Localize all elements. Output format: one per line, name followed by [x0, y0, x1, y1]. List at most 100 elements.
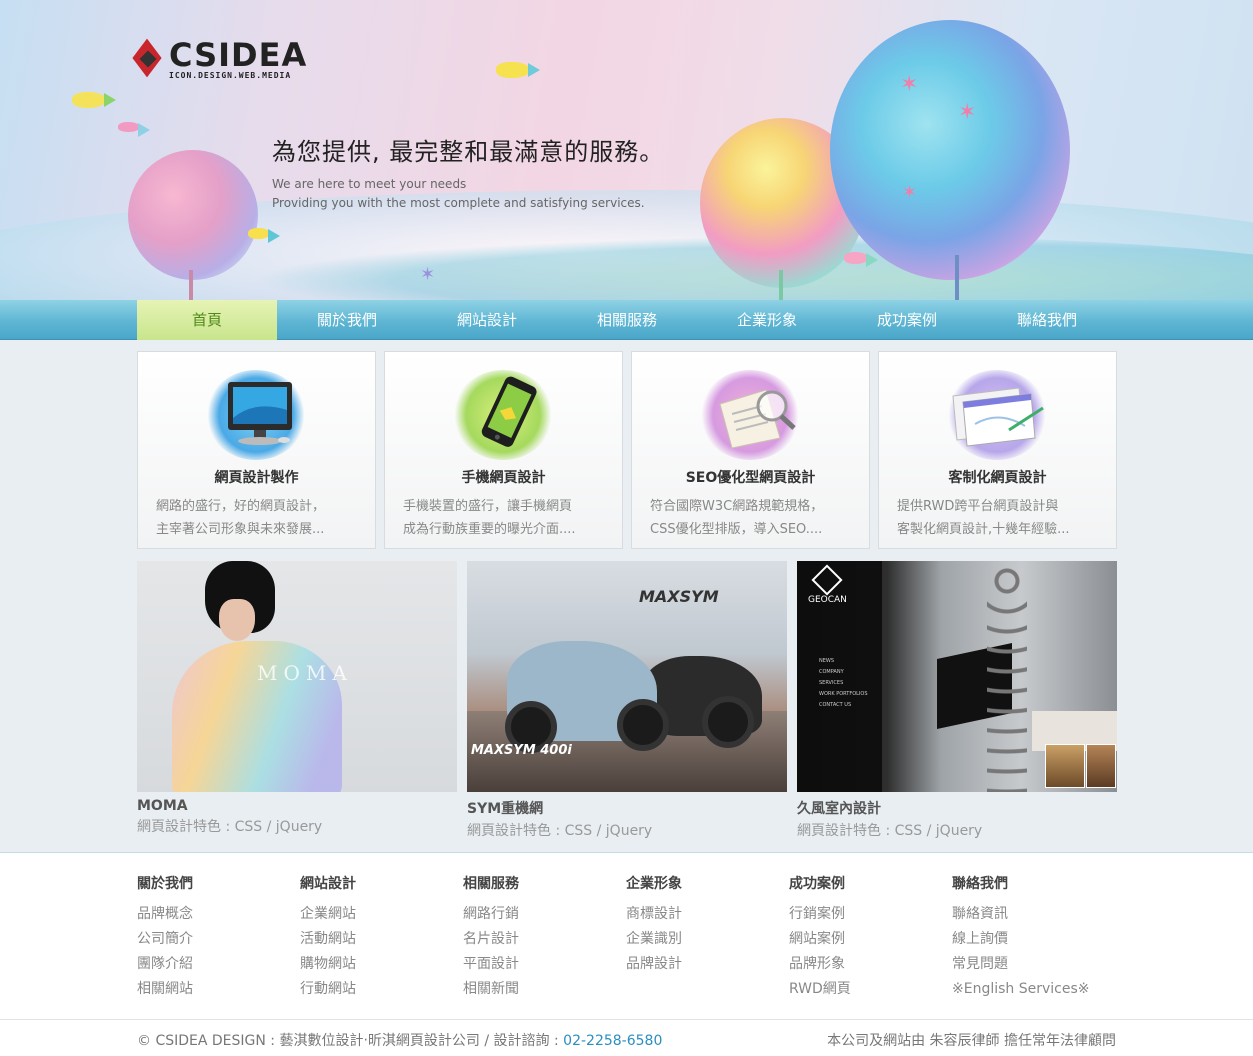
- footer-link[interactable]: 聯絡資訊: [952, 902, 1115, 927]
- portfolio-feature: 網頁設計特色 : CSS / jQuery: [797, 823, 983, 839]
- footer-link[interactable]: 名片設計: [463, 927, 626, 952]
- starfish-icon: ✶: [420, 264, 436, 285]
- footer-link-columns: 關於我們 品牌概念 公司簡介 團隊介紹 相關網站 網站設計 企業網站 活動網站 …: [137, 873, 1115, 1002]
- nav-item-contact[interactable]: 聯絡我們: [977, 300, 1117, 340]
- site-footer: 關於我們 品牌概念 公司簡介 團隊介紹 相關網站 網站設計 企業網站 活動網站 …: [0, 852, 1253, 1056]
- footer-link[interactable]: 網路行銷: [463, 902, 626, 927]
- services-section: 網頁設計製作 網路的盛行，好的網頁設計， 主宰著公司形象與未來發展... 手機網…: [137, 351, 1117, 549]
- service-description: 網路的盛行，好的網頁設計， 主宰著公司形象與未來發展...: [156, 499, 326, 537]
- footer-link-english[interactable]: ※English Services※: [952, 977, 1115, 1002]
- watercolor-tree: [128, 150, 258, 280]
- fish-icon: [496, 62, 540, 78]
- geocan-logo: GEOCAN: [808, 564, 847, 605]
- service-title: SEO優化型網頁設計: [685, 470, 816, 486]
- footer-column-about: 關於我們 品牌概念 公司簡介 團隊介紹 相關網站: [137, 873, 300, 1002]
- portfolio-section: MOMA MOMA 網頁設計特色 : CSS / jQuery MAXSYM M…: [137, 561, 1117, 840]
- service-title: 客制化網頁設計: [948, 470, 1047, 486]
- portfolio-feature: 網頁設計特色 : CSS / jQuery: [137, 819, 323, 835]
- watercolor-tree: [830, 20, 1070, 280]
- starfish-icon: ✶: [958, 100, 977, 125]
- starfish-icon: ✶: [900, 72, 919, 97]
- footer-link[interactable]: 行銷案例: [789, 902, 952, 927]
- footer-link[interactable]: 線上詢價: [952, 927, 1115, 952]
- fish-icon: [72, 92, 116, 108]
- footer-heading: 聯絡我們: [952, 876, 1008, 892]
- hero-subtext: We are here to meet your needs Providing…: [272, 175, 664, 213]
- footer-link[interactable]: 公司簡介: [137, 927, 300, 952]
- hero-sub-line-1: We are here to meet your needs: [272, 177, 467, 191]
- footer-bottom-bar: © CSIDEA DESIGN : 藝淇數位設計‧昕淇網頁設計公司 / 設計諮詢…: [0, 1019, 1253, 1056]
- legal-counsel-text: 本公司及網站由 朱容辰律師 擔任常年法律顧問: [827, 1033, 1116, 1049]
- smartphone-icon: [481, 376, 537, 447]
- footer-heading: 網站設計: [300, 876, 356, 892]
- footer-link[interactable]: 網站案例: [789, 927, 952, 952]
- copyright-text: © CSIDEA DESIGN : 藝淇數位設計‧昕淇網頁設計公司 / 設計諮詢…: [137, 1033, 663, 1049]
- logo-tagline: ICON.DESIGN.WEB.MEDIA: [169, 71, 292, 80]
- service-card-custom[interactable]: 客制化網頁設計 提供RWD跨平台網頁設計與 客製化網頁設計,十幾年經驗...: [878, 351, 1117, 549]
- footer-heading: 企業形象: [626, 876, 682, 892]
- phone-link[interactable]: 02-2258-6580: [563, 1033, 662, 1049]
- portfolio-thumbnail[interactable]: MOMA: [137, 561, 457, 792]
- nav-item-about[interactable]: 關於我們: [277, 300, 417, 340]
- moma-watermark: MOMA: [257, 661, 353, 685]
- footer-link[interactable]: 活動網站: [300, 927, 463, 952]
- nav-item-cases[interactable]: 成功案例: [837, 300, 977, 340]
- service-card-web-design[interactable]: 網頁設計製作 網路的盛行，好的網頁設計， 主宰著公司形象與未來發展...: [137, 351, 376, 549]
- footer-link[interactable]: 相關新聞: [463, 977, 626, 1002]
- footer-link[interactable]: 平面設計: [463, 952, 626, 977]
- footer-link[interactable]: 品牌形象: [789, 952, 952, 977]
- nav-item-web-design[interactable]: 網站設計: [417, 300, 557, 340]
- service-title: 手機網頁設計: [461, 470, 546, 486]
- service-description: 手機裝置的盛行，讓手機網頁 成為行動族重要的曝光介面....: [403, 499, 576, 537]
- sym-watermark: MAXSYM: [639, 587, 719, 606]
- footer-link[interactable]: 購物網站: [300, 952, 463, 977]
- footer-column-cases: 成功案例 行銷案例 網站案例 品牌形象 RWD網頁: [789, 873, 952, 1002]
- footer-link[interactable]: 品牌設計: [626, 952, 789, 977]
- portfolio-title[interactable]: MOMA: [137, 798, 457, 814]
- portfolio-title[interactable]: 久風室內設計: [797, 798, 1117, 818]
- portfolio-title[interactable]: SYM重機網: [467, 798, 787, 818]
- logo-name: CSIDEA: [169, 36, 308, 74]
- main-nav: 首頁 關於我們 網站設計 相關服務 企業形象 成功案例 聯絡我們: [0, 300, 1253, 340]
- tree-trunk: [189, 270, 193, 300]
- footer-column-contact: 聯絡我們 聯絡資訊 線上詢價 常見問題 ※English Services※: [952, 873, 1115, 1002]
- tree-trunk: [955, 255, 959, 300]
- footer-column-corporate: 企業形象 商標設計 企業識別 品牌設計: [626, 873, 789, 1002]
- fish-icon: [118, 122, 150, 137]
- footer-link[interactable]: 團隊介紹: [137, 952, 300, 977]
- service-card-seo[interactable]: SEO優化型網頁設計 符合國際W3C網路規範規格， CSS優化型排版，導入SEO…: [631, 351, 870, 549]
- hero-sub-line-2: Providing you with the most complete and…: [272, 196, 645, 210]
- browser-windows-icon: [952, 387, 1044, 447]
- footer-link[interactable]: 企業網站: [300, 902, 463, 927]
- hero-headline: 為您提供, 最完整和最滿意的服務。: [272, 138, 665, 166]
- nav-item-corporate-identity[interactable]: 企業形象: [697, 300, 837, 340]
- seo-magnifier-icon: [719, 389, 796, 449]
- footer-link[interactable]: RWD網頁: [789, 977, 952, 1002]
- monitor-icon: [228, 382, 292, 445]
- geocan-menu: NEWS COMPANY SERVICES WORK PORTFOLIOS CO…: [819, 658, 868, 708]
- footer-link[interactable]: 商標設計: [626, 902, 789, 927]
- nav-item-home[interactable]: 首頁: [137, 300, 277, 340]
- footer-link[interactable]: 行動網站: [300, 977, 463, 1002]
- portfolio-thumbnail[interactable]: MAXSYM MAXSYM 400i: [467, 561, 787, 792]
- portfolio-item-moma[interactable]: MOMA MOMA 網頁設計特色 : CSS / jQuery: [137, 561, 457, 840]
- service-card-mobile[interactable]: 手機網頁設計 手機裝置的盛行，讓手機網頁 成為行動族重要的曝光介面....: [384, 351, 623, 549]
- footer-column-services: 相關服務 網路行銷 名片設計 平面設計 相關新聞: [463, 873, 626, 1002]
- footer-heading: 相關服務: [463, 876, 519, 892]
- portfolio-item-geocan[interactable]: GEOCAN NEWS COMPANY SERVICES WORK PORTFO…: [797, 561, 1117, 840]
- tree-trunk: [779, 270, 783, 300]
- portfolio-thumbnail[interactable]: GEOCAN NEWS COMPANY SERVICES WORK PORTFO…: [797, 561, 1117, 792]
- service-title: 網頁設計製作: [214, 470, 299, 486]
- fish-icon: [844, 252, 878, 267]
- footer-link[interactable]: 相關網站: [137, 977, 300, 1002]
- site-logo[interactable]: CSIDEA ICON.DESIGN.WEB.MEDIA: [132, 36, 308, 80]
- footer-link[interactable]: 企業識別: [626, 927, 789, 952]
- footer-link[interactable]: 品牌概念: [137, 902, 300, 927]
- nav-item-services[interactable]: 相關服務: [557, 300, 697, 340]
- hero-banner: ✶ ✶ ✶ ✶ CSIDEA ICON.DESIGN.WEB.MEDIA 為您提…: [0, 0, 1253, 300]
- starfish-icon: ✶: [902, 182, 918, 203]
- portfolio-item-sym[interactable]: MAXSYM MAXSYM 400i SYM重機網 網頁設計特色 : CSS /…: [467, 561, 787, 840]
- footer-column-web-design: 網站設計 企業網站 活動網站 購物網站 行動網站: [300, 873, 463, 1002]
- hero-slogan: 為您提供, 最完整和最滿意的服務。 We are here to meet yo…: [272, 132, 664, 213]
- footer-link[interactable]: 常見問題: [952, 952, 1115, 977]
